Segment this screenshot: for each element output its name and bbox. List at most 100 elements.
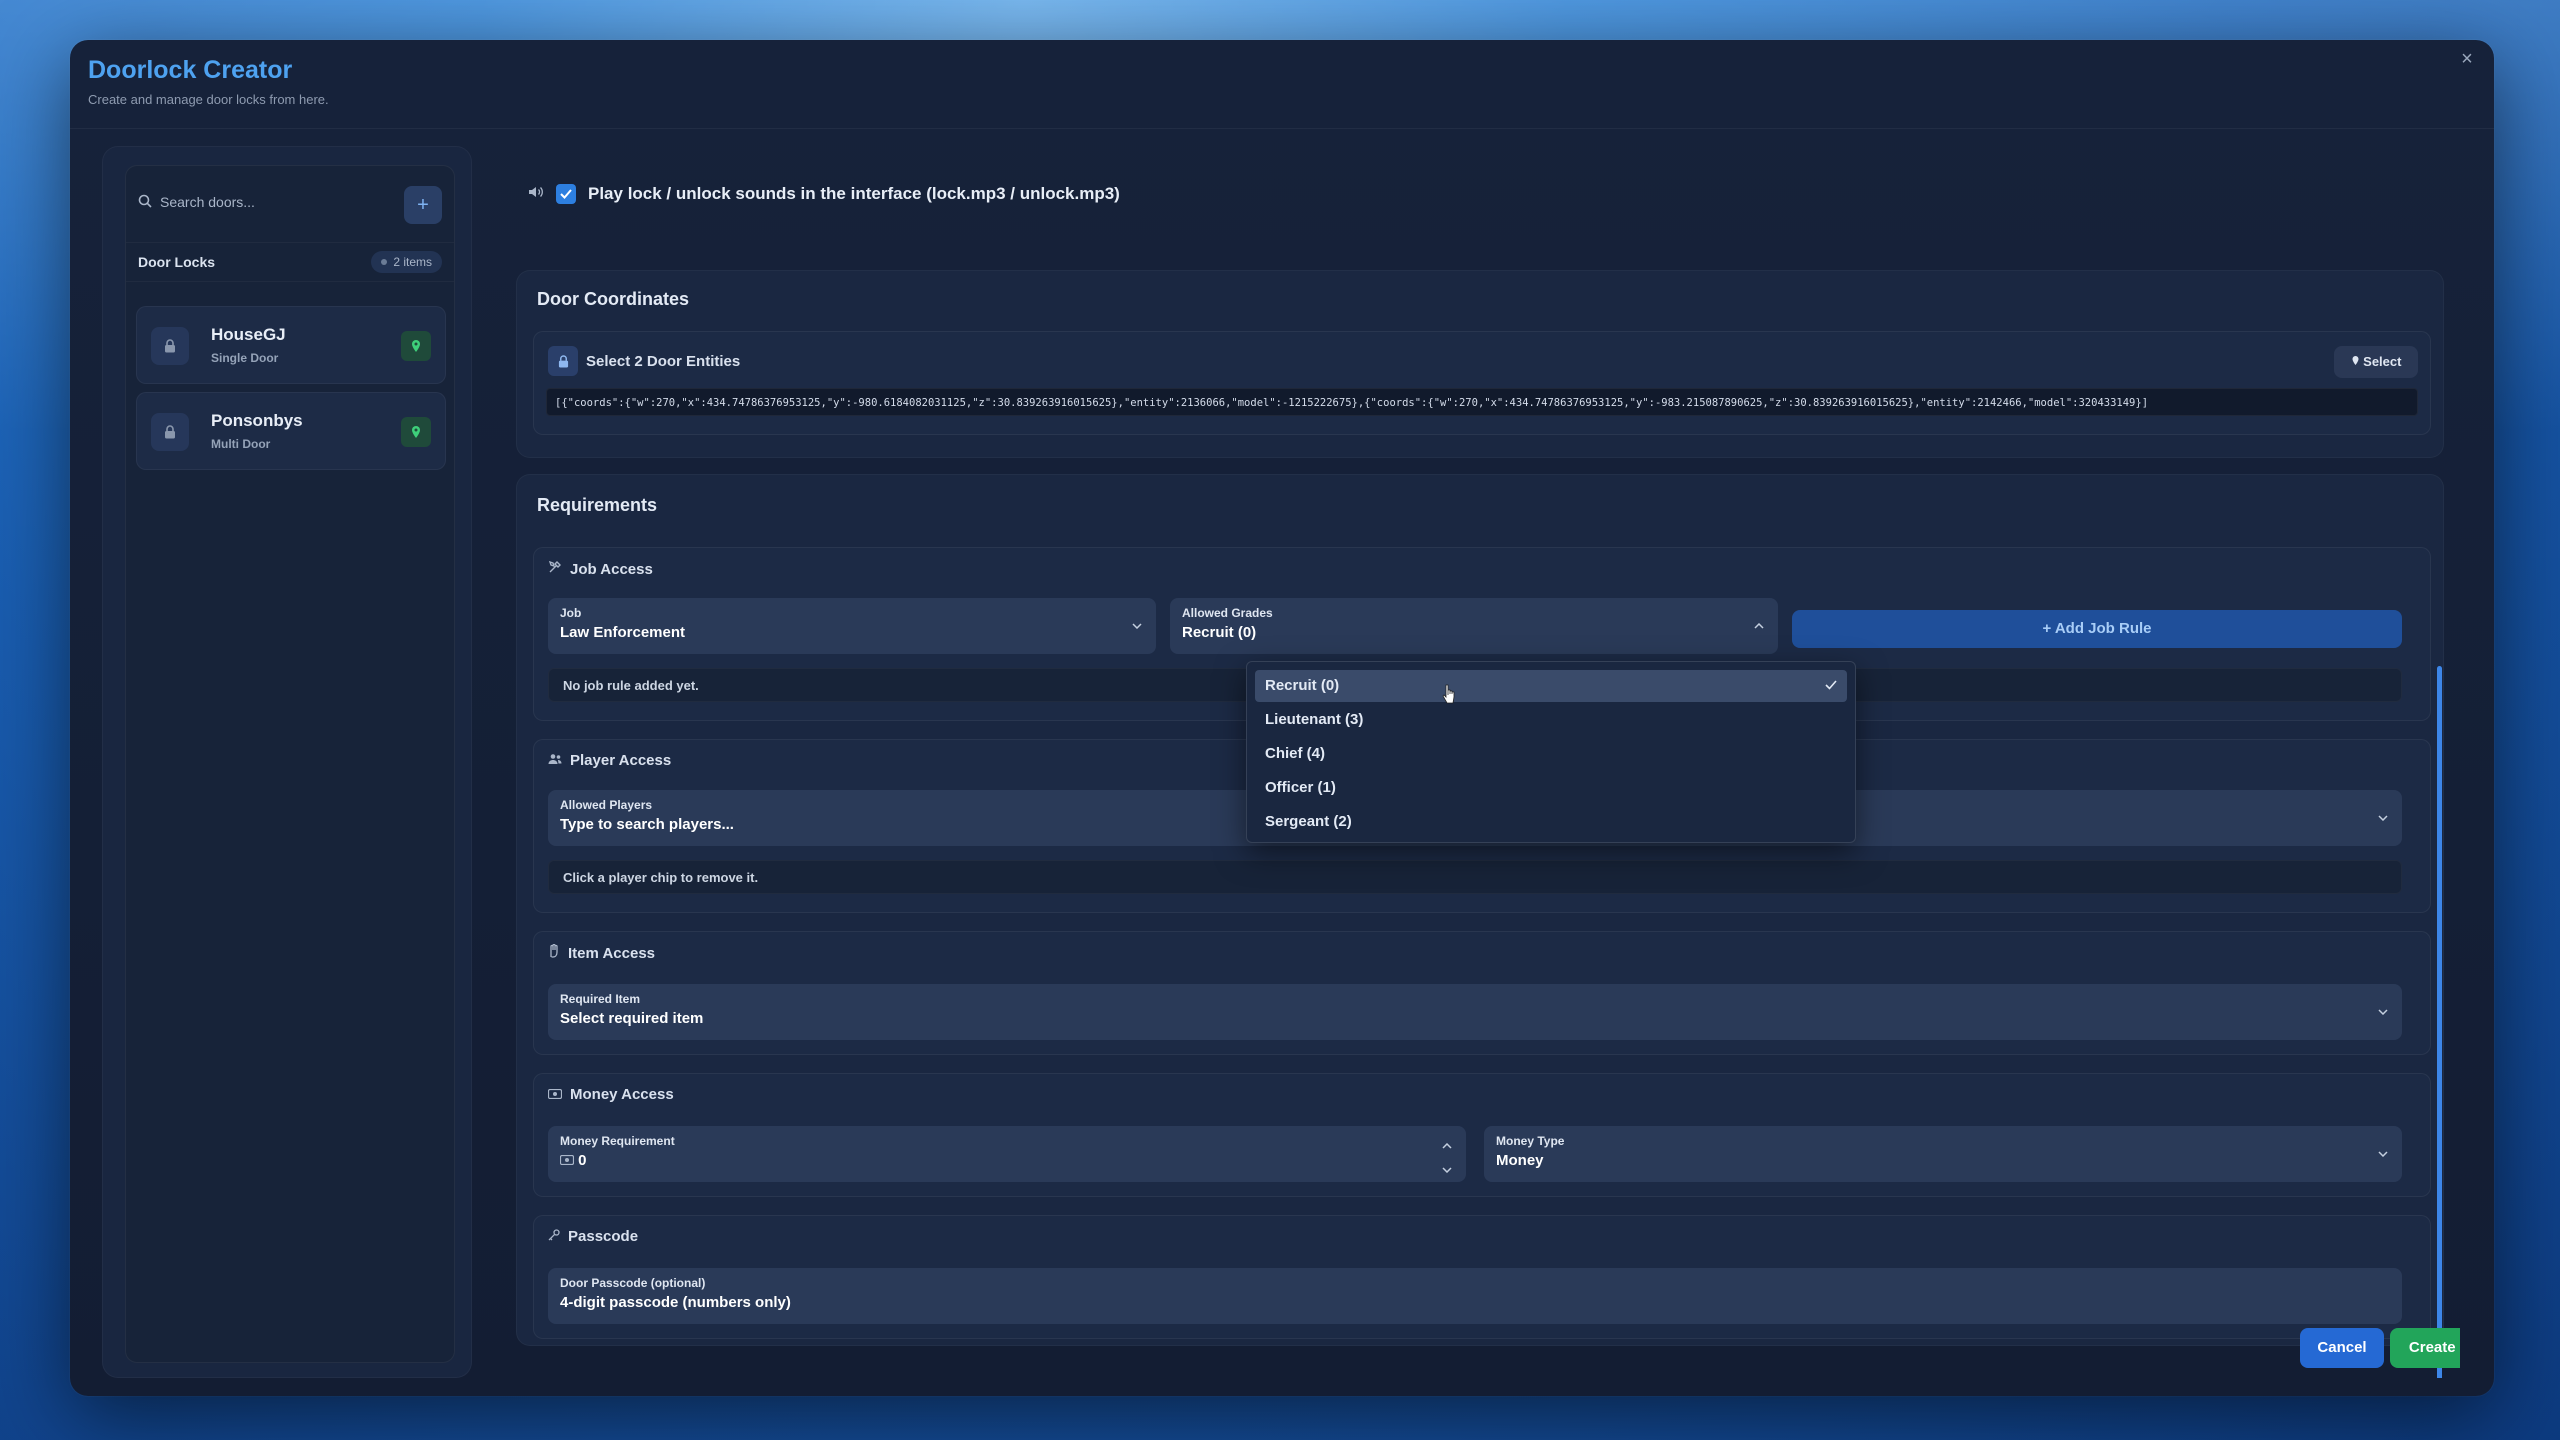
requirements-panel: Requirements Job Access Job Law Enforcem… (516, 474, 2444, 1346)
player-chip-hint: Click a player chip to remove it. (548, 860, 2402, 894)
entity-select-header: Select 2 Door Entities (548, 346, 740, 376)
door-locks-label: Door Locks (138, 254, 216, 270)
sidebar: + Door Locks 2 items HouseGJ Single Door (102, 146, 472, 1378)
cancel-button[interactable]: Cancel (2300, 1328, 2384, 1368)
add-door-button[interactable]: + (404, 186, 442, 224)
grade-option[interactable]: Officer (1) (1255, 772, 1847, 804)
speaker-icon (528, 185, 544, 204)
passcode-section: Passcode Door Passcode (optional) 4-digi… (533, 1215, 2431, 1339)
key-icon (548, 1228, 560, 1245)
grade-option-label: Sergeant (2) (1265, 813, 1352, 830)
tools-icon (548, 560, 562, 578)
teleport-pin-icon[interactable] (401, 417, 431, 447)
chevron-down-icon (2378, 810, 2388, 824)
job-access-title: Job Access (570, 560, 653, 578)
item-label: Required Item (560, 992, 641, 1006)
player-access-title: Player Access (570, 752, 672, 769)
search-icon (138, 194, 152, 211)
door-item-housegj[interactable]: HouseGJ Single Door (136, 306, 446, 384)
money-icon (547, 1086, 563, 1103)
lock-icon (151, 327, 189, 365)
grades-value: Recruit (0) (1182, 624, 1257, 641)
mouse-cursor-icon (1442, 684, 1456, 711)
sound-label: Play lock / unlock sounds in the interfa… (588, 184, 1120, 203)
money-access-header: Money Access (547, 1086, 674, 1103)
pin-icon (2351, 354, 2364, 369)
door-item-ponsonbys[interactable]: Ponsonbys Multi Door (136, 392, 446, 470)
money-access-title: Money Access (570, 1086, 674, 1103)
scrollbar[interactable] (2437, 666, 2442, 1378)
money-type-value: Money (1496, 1152, 1544, 1169)
money-access-section: Money Access Money Requirement 0 Money T… (533, 1073, 2431, 1197)
lock-icon (151, 413, 189, 451)
sound-checkbox[interactable] (556, 184, 576, 204)
item-access-title: Item Access (568, 944, 655, 962)
sidebar-list-panel: + Door Locks 2 items HouseGJ Single Door (125, 165, 455, 1363)
select-button-label: Select (2363, 354, 2402, 369)
door-type: Multi Door (211, 437, 271, 451)
money-value: 0 (578, 1152, 587, 1169)
coords-json-field[interactable]: [{"coords":{"w":270,"x":434.747863769531… (546, 388, 2418, 416)
money-label: Money Requirement (560, 1134, 675, 1148)
sound-toggle-row: Play lock / unlock sounds in the interfa… (528, 184, 1120, 204)
chevron-down-icon (2378, 1004, 2388, 1018)
doorlock-window: × Doorlock Creator Create and manage doo… (70, 40, 2494, 1396)
money-type-select[interactable]: Money Type Money (1484, 1126, 2402, 1182)
job-label: Job (560, 606, 582, 620)
users-icon (548, 752, 562, 769)
window-subtitle: Create and manage door locks from here. (88, 92, 329, 107)
grade-option-label: Chief (4) (1265, 745, 1325, 762)
grade-option[interactable]: Chief (4) (1255, 738, 1847, 770)
passcode-placeholder: 4-digit passcode (numbers only) (560, 1294, 791, 1311)
allowed-grades-select[interactable]: Allowed Grades Recruit (0) (1170, 598, 1778, 654)
passcode-header: Passcode (548, 1228, 638, 1245)
door-name: HouseGJ (211, 325, 286, 344)
money-requirement-stepper[interactable]: Money Requirement 0 (548, 1126, 1466, 1182)
checkmark-icon (560, 189, 572, 199)
grade-option-label: Lieutenant (3) (1265, 711, 1364, 728)
job-value: Law Enforcement (560, 624, 686, 641)
required-item-select[interactable]: Required Item Select required item (548, 984, 2402, 1040)
create-door-button[interactable]: Create door (2390, 1328, 2460, 1368)
increment-icon[interactable] (1442, 1136, 1452, 1154)
chevron-down-icon (1132, 618, 1142, 632)
check-icon (1825, 670, 1837, 702)
add-job-rule-button[interactable]: + Add Job Rule (1792, 610, 2402, 648)
door-count-badge: 2 items (371, 251, 442, 273)
header-divider (70, 128, 2494, 129)
decrement-icon[interactable] (1442, 1160, 1452, 1178)
lock-icon (548, 346, 578, 376)
passcode-input[interactable]: Door Passcode (optional) 4-digit passcod… (548, 1268, 2402, 1324)
grade-option[interactable]: Lieutenant (3) (1255, 704, 1847, 736)
item-access-section: Item Access Required Item Select require… (533, 931, 2431, 1055)
door-coordinates-title: Door Coordinates (537, 289, 690, 309)
door-name: Ponsonbys (211, 411, 303, 430)
select-entities-button[interactable]: Select (2334, 346, 2418, 378)
money-value-row: 0 (559, 1152, 1454, 1169)
door-coordinates-panel: Door Coordinates Select 2 Door Entities … (516, 270, 2444, 458)
select-entities-label: Select 2 Door Entities (586, 352, 741, 370)
grade-option[interactable]: Recruit (0) (1255, 670, 1847, 702)
chevron-up-icon (1754, 618, 1764, 632)
door-locks-header: Door Locks 2 items (126, 242, 454, 282)
badge-dot-icon (381, 259, 388, 265)
search-input[interactable] (160, 194, 370, 210)
grade-option-label: Officer (1) (1265, 779, 1336, 796)
grades-dropdown-menu: Recruit (0) Lieutenant (3) Chief (4) Off… (1246, 661, 1856, 843)
teleport-pin-icon[interactable] (401, 331, 431, 361)
close-button[interactable]: × (2454, 46, 2480, 72)
item-placeholder: Select required item (560, 1010, 704, 1027)
hand-icon (548, 943, 560, 962)
window-title: Doorlock Creator (88, 56, 293, 84)
search-box[interactable] (138, 184, 388, 220)
door-count-label: 2 items (393, 255, 432, 269)
job-select[interactable]: Job Law Enforcement (548, 598, 1156, 654)
passcode-title: Passcode (568, 1228, 639, 1245)
entity-select-panel: Select 2 Door Entities Select [{"coords"… (533, 331, 2431, 435)
grade-option[interactable]: Sergeant (2) (1255, 806, 1847, 838)
requirements-title: Requirements (537, 495, 658, 515)
money-type-label: Money Type (1496, 1134, 1565, 1148)
grade-option-label: Recruit (0) (1265, 677, 1340, 694)
player-access-header: Player Access (548, 752, 671, 769)
door-type: Single Door (211, 351, 279, 365)
